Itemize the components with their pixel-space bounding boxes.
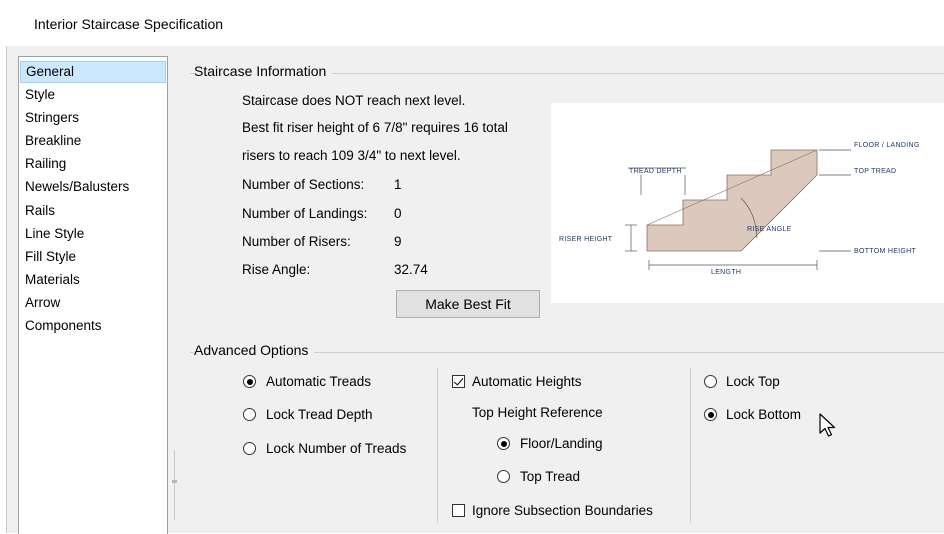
lock-top-label[interactable]: Lock Top <box>726 374 780 389</box>
staircase-diagram: TREAD DEPTH FLOOR / LANDING TOP TREAD RI… <box>551 103 944 303</box>
sidebar-item-arrow[interactable]: Arrow <box>20 292 166 314</box>
sidebar-item-rails[interactable]: Rails <box>20 200 166 222</box>
automatic-heights-label[interactable]: Automatic Heights <box>472 374 582 389</box>
tread-depth-label: TREAD DEPTH <box>629 168 682 175</box>
ignore-subsection-label[interactable]: Ignore Subsection Boundaries <box>472 503 653 518</box>
sidebar-item-line-style[interactable]: Line Style <box>20 223 166 245</box>
advanced-separator-2 <box>690 368 691 523</box>
rise-angle-label: Rise Angle: <box>242 262 311 277</box>
lock-tread-depth-radio[interactable] <box>243 408 256 421</box>
sections-label: Number of Sections: <box>242 177 365 192</box>
top-height-reference-label: Top Height Reference <box>472 405 603 420</box>
floor-landing-label: FLOOR / LANDING <box>854 142 920 149</box>
lock-bottom-radio[interactable] <box>704 408 717 421</box>
sidebar-item-stringers[interactable]: Stringers <box>20 107 166 129</box>
sidebar-item-materials[interactable]: Materials <box>20 269 166 291</box>
advanced-separator-1 <box>437 368 438 523</box>
advanced-group-title: Advanced Options <box>194 342 315 358</box>
panel-splitter[interactable] <box>172 450 177 520</box>
floor-landing-option-label[interactable]: Floor/Landing <box>520 436 603 451</box>
sections-value: 1 <box>394 177 402 192</box>
make-best-fit-button[interactable]: Make Best Fit <box>396 290 540 318</box>
title-bar: Interior Staircase Specification <box>0 0 944 46</box>
lock-number-treads-radio[interactable] <box>243 442 256 455</box>
reach-status-text: Staircase does NOT reach next level. <box>242 93 466 108</box>
lock-bottom-label[interactable]: Lock Bottom <box>726 407 801 422</box>
category-list[interactable]: General Style Stringers Breakline Railin… <box>18 56 168 534</box>
stair-shape <box>646 149 818 252</box>
sidebar-item-fill-style[interactable]: Fill Style <box>20 246 166 268</box>
staircase-diagram-svg: TREAD DEPTH FLOOR / LANDING TOP TREAD RI… <box>559 142 920 276</box>
sidebar-item-newels-balusters[interactable]: Newels/Balusters <box>20 176 166 198</box>
ignore-subsection-checkbox[interactable] <box>452 504 465 517</box>
lock-top-radio[interactable] <box>704 375 717 388</box>
risers-label: Number of Risers: <box>242 234 351 249</box>
best-fit-text-cont: risers to reach 109 3/4" to next level. <box>242 148 461 163</box>
sidebar-item-style[interactable]: Style <box>20 84 166 106</box>
landings-value: 0 <box>394 206 402 221</box>
info-group-title: Staircase Information <box>194 63 333 79</box>
length-label: LENGTH <box>711 269 741 276</box>
sidebar-item-railing[interactable]: Railing <box>20 153 166 175</box>
top-tread-option-label[interactable]: Top Tread <box>520 469 580 484</box>
automatic-heights-checkbox[interactable] <box>452 375 465 388</box>
rise-angle-value: 32.74 <box>394 262 428 277</box>
best-fit-text: Best fit riser height of 6 7/8" requires… <box>242 120 508 135</box>
rise-angle-diagram-label: RISE ANGLE <box>747 226 792 233</box>
mouse-pointer-icon <box>819 413 836 437</box>
lock-tread-depth-label[interactable]: Lock Tread Depth <box>266 407 373 422</box>
automatic-treads-radio[interactable] <box>243 375 256 388</box>
sidebar-item-general[interactable]: General <box>20 61 166 83</box>
riser-height-label: RISER HEIGHT <box>559 236 613 243</box>
lock-number-treads-label[interactable]: Lock Number of Treads <box>266 441 406 456</box>
window-title: Interior Staircase Specification <box>34 16 224 32</box>
landings-label: Number of Landings: <box>242 206 368 221</box>
risers-value: 9 <box>394 234 402 249</box>
splitter-grip[interactable] <box>172 480 177 483</box>
floor-landing-radio[interactable] <box>497 437 510 450</box>
top-tread-label: TOP TREAD <box>854 168 896 175</box>
automatic-treads-label[interactable]: Automatic Treads <box>266 374 371 389</box>
sidebar-item-breakline[interactable]: Breakline <box>20 130 166 152</box>
top-tread-radio[interactable] <box>497 470 510 483</box>
sidebar-item-components[interactable]: Components <box>20 315 166 337</box>
bottom-height-label: BOTTOM HEIGHT <box>854 248 917 255</box>
